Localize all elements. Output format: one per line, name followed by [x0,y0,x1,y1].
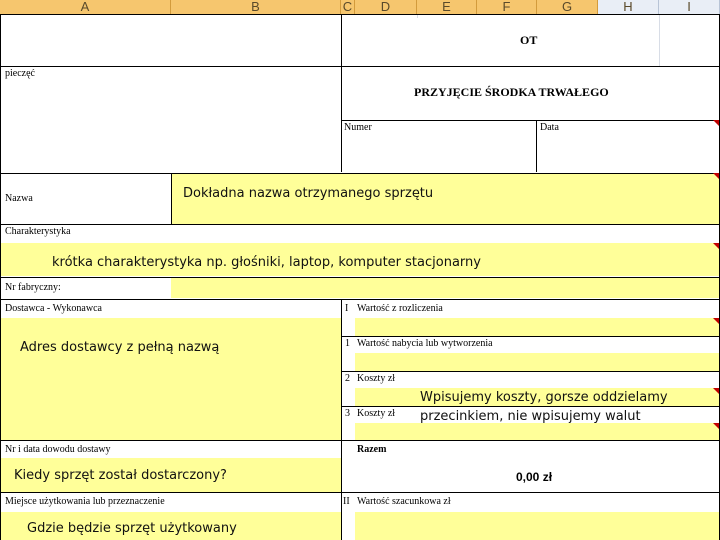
costs-1-label: Koszty zł [357,373,396,384]
border-horizontal [0,66,720,67]
value-row-number: 3 [345,408,350,419]
border-vertical [536,120,537,172]
border-horizontal [0,14,720,15]
column-header-f[interactable]: F [477,0,537,14]
form-code: OT [520,33,538,47]
comment-indicator-icon[interactable] [713,173,719,179]
column-header-b[interactable]: B [171,0,341,14]
border-horizontal [0,492,720,493]
comment-indicator-icon[interactable] [713,388,719,394]
supplier-input-area[interactable] [0,318,341,440]
border-vertical [171,174,172,224]
total-label: Razem [357,444,387,455]
usage-place-label: Miejsce użytkowania lub przeznaczenie [5,496,165,507]
border-horizontal [0,224,720,225]
border-vertical [341,14,342,172]
value-settlement-label: Wartość z rozliczenia [357,303,443,314]
total-value: 0,00 zł [516,470,553,484]
value-row-number: 1 [345,338,350,349]
column-header-d[interactable]: D [355,0,417,14]
supplier-label: Dostawca - Wykonawca [5,303,102,314]
value-acquisition-label: Wartość nabycia lub wytworzenia [357,338,493,349]
date-label: Data [540,122,559,133]
value-settlement-input[interactable] [355,318,719,336]
border-horizontal [0,173,720,174]
delivery-doc-value[interactable]: Kiedy sprzęt został dostarczony? [14,468,227,484]
form-title: PRZYJĘCIE ŚRODKA TRWAŁEGO [414,85,609,99]
gridline [659,14,660,66]
number-label: Numer [344,122,372,133]
serial-label: Nr fabryczny: [5,282,61,293]
column-header-a[interactable]: A [0,0,171,14]
name-value[interactable]: Dokładna nazwa otrzymanego sprzętu [183,186,433,202]
value-acquisition-input[interactable] [355,353,719,371]
border-horizontal [0,277,720,278]
delivery-doc-label: Nr i data dowodu dostawy [5,444,111,455]
estimated-row-number: II [343,496,350,507]
border-horizontal [341,371,720,372]
costs-2-label: Koszty zł [357,408,396,419]
estimated-value-label: Wartość szacunkowa zł [357,496,451,507]
column-header-c[interactable]: C [341,0,355,14]
column-header-e[interactable]: E [417,0,477,14]
border-horizontal [0,299,720,300]
costs-note-line2[interactable]: przecinkiem, nie wpisujemy walut [420,409,641,425]
costs-note-line1[interactable]: Wpisujemy koszty, gorsze oddzielamy [420,390,668,406]
value-row-number: I [345,303,349,314]
costs-2-input[interactable] [355,423,719,440]
border-horizontal [0,440,720,441]
value-row-number: 2 [345,373,350,384]
stamp-label: pieczęć [5,68,35,79]
name-label: Nazwa [5,193,33,204]
column-header-g[interactable]: G [537,0,598,14]
supplier-value[interactable]: Adres dostawcy z pełną nazwą [20,340,219,356]
border-horizontal [341,120,720,121]
column-header-i[interactable]: I [659,0,720,14]
comment-indicator-icon[interactable] [713,318,719,324]
border-horizontal [341,406,720,407]
serial-input-area[interactable] [171,278,719,298]
estimated-value-input[interactable] [355,512,719,540]
usage-place-value[interactable]: Gdzie będzie sprzęt użytkowany [27,521,237,537]
border-horizontal [341,336,720,337]
column-header-h[interactable]: H [598,0,659,14]
comment-indicator-icon[interactable] [713,243,719,249]
comment-indicator-icon[interactable] [713,423,719,429]
characteristic-label: Charakterystyka [5,226,71,237]
characteristic-value[interactable]: krótka charakterystyka np. głośniki, lap… [52,255,481,271]
comment-indicator-icon[interactable] [713,120,719,126]
